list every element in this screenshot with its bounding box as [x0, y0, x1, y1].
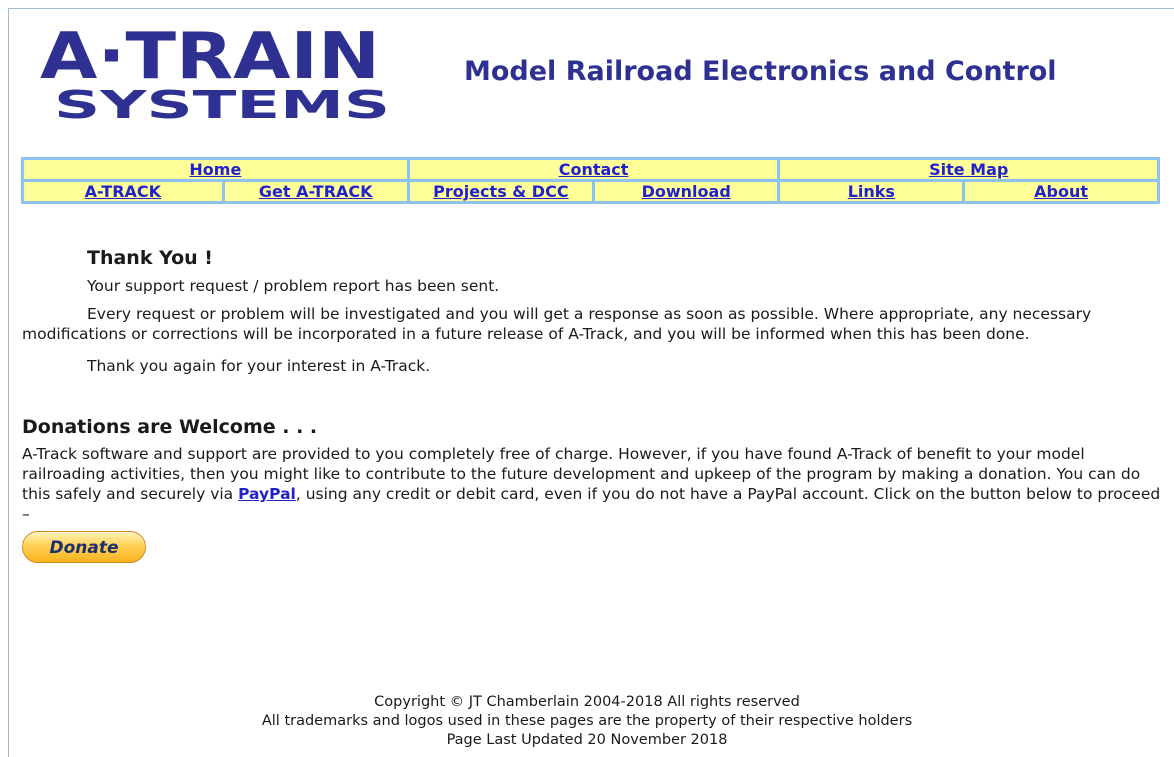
trademarks-text: All trademarks and logos used in these p…: [261, 713, 913, 729]
nav-link-links[interactable]: Links: [848, 182, 895, 201]
nav-link-site-map[interactable]: Site Map: [929, 160, 1008, 179]
svg-text:SYSTEMS: SYSTEMS: [54, 83, 390, 124]
nav-cell-contact: Contact: [406, 157, 781, 182]
nav-cell-a-track: A-TRACK: [21, 179, 225, 204]
nav-cell-about: About: [962, 179, 1160, 204]
investigation-text: Every request or problem will be investi…: [22, 305, 1092, 343]
nav-link-about[interactable]: About: [1034, 182, 1088, 201]
main-navigation: Home Contact Site Map A-TRACK Get A-TRAC…: [21, 157, 1160, 204]
nav-link-a-track[interactable]: A-TRACK: [85, 182, 161, 201]
nav-link-contact[interactable]: Contact: [559, 160, 629, 179]
thank-you-again-text: Thank you again for your interest in A-T…: [87, 357, 431, 375]
main-content: Thank You ! Your support request / probl…: [22, 245, 1162, 563]
nav-cell-links: Links: [777, 179, 966, 204]
paypal-link[interactable]: PayPal: [238, 485, 296, 503]
nav-cell-download: Download: [591, 179, 781, 204]
nav-cell-projects-dcc: Projects & DCC: [406, 179, 595, 204]
copyright-text: Copyright © JT Chamberlain 2004-2018 All…: [374, 694, 800, 710]
site-title: Model Railroad Electronics and Control: [464, 56, 1057, 87]
nav-link-download[interactable]: Download: [642, 182, 731, 201]
request-sent-text: Your support request / problem report ha…: [87, 277, 500, 295]
nav-link-home[interactable]: Home: [189, 160, 241, 179]
nav-link-get-a-track[interactable]: Get A-TRACK: [259, 182, 373, 201]
a-train-systems-logo-icon: A·TRAIN SYSTEMS: [39, 26, 391, 124]
nav-link-projects-dcc[interactable]: Projects & DCC: [433, 182, 568, 201]
page-footer: Copyright © JT Chamberlain 2004-2018 All…: [0, 693, 1174, 750]
nav-cell-get-a-track: Get A-TRACK: [221, 179, 410, 204]
last-updated-text: Page Last Updated 20 November 2018: [446, 732, 728, 748]
donations-heading: Donations are Welcome . . .: [22, 416, 318, 438]
thank-you-heading: Thank You !: [87, 247, 213, 269]
nav-cell-home: Home: [21, 157, 410, 182]
donations-text: A-Track software and support are provide…: [22, 444, 1162, 524]
nav-cell-site-map: Site Map: [777, 157, 1160, 182]
donate-button[interactable]: Donate: [22, 531, 146, 563]
